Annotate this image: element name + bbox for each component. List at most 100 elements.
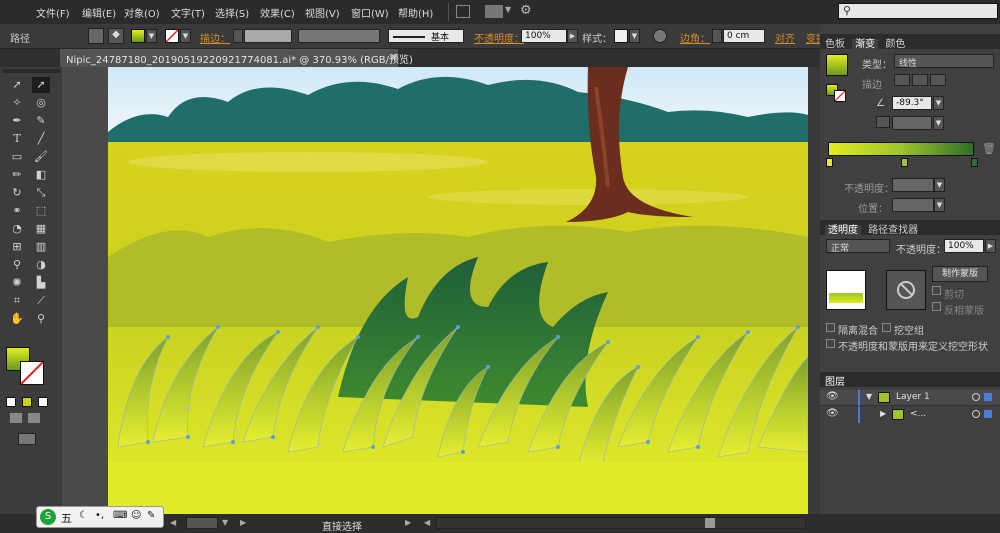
artboard-number-input[interactable] (186, 517, 218, 529)
menu-object[interactable]: 对象(O) (124, 5, 160, 20)
eye-icon[interactable]: 👁 (826, 391, 839, 402)
document-tab[interactable]: Nipic_24787180_20190519220921774081.ai* … (60, 49, 413, 67)
layers-panel-title[interactable]: 图层 (825, 377, 845, 388)
ime-toolbar[interactable]: S 五 ☾ •, ⌨ ☺ ✎ (36, 506, 164, 528)
settings-icon[interactable]: ✎ (147, 510, 155, 521)
selection-tool-icon[interactable]: ➚ (8, 77, 26, 93)
opacity-dropdown[interactable]: ▶ (567, 29, 578, 43)
draw-behind-icon[interactable] (28, 413, 40, 423)
stroke-within-icon[interactable] (894, 74, 910, 86)
ime-mode-label[interactable]: 五 (61, 510, 72, 526)
object-thumbnail[interactable] (826, 270, 866, 310)
lasso-icon[interactable]: ◎ (32, 95, 50, 111)
stroke-label[interactable]: 描边： (200, 30, 230, 45)
line-icon[interactable]: ╱ (32, 131, 50, 147)
tab-pathfinder[interactable]: 路径查找器 (868, 225, 918, 236)
opacity-mask-checkbox[interactable] (826, 339, 835, 351)
search-input[interactable]: ⚲ (838, 3, 998, 19)
style-dropdown[interactable]: ▼ (629, 29, 640, 43)
sublayer-name[interactable]: <... (910, 409, 926, 419)
hand-icon[interactable]: ✋ (8, 311, 26, 327)
eyedropper-icon[interactable]: ⚲ (8, 257, 26, 273)
gradient-mode-icon[interactable] (22, 397, 32, 407)
width-icon[interactable]: ⚭ (8, 203, 26, 219)
pen-icon[interactable]: ✒ (8, 113, 26, 129)
brush-icon[interactable]: 🖌 (32, 149, 50, 165)
fill-swatch[interactable] (131, 29, 145, 43)
user-icon[interactable]: ☺ (131, 510, 141, 521)
stroke-weight-input[interactable] (244, 29, 292, 43)
moon-icon[interactable]: ☾ (79, 510, 88, 521)
angle-dropdown[interactable]: ▼ (933, 96, 944, 110)
aspect-ratio-input[interactable] (892, 116, 932, 130)
target-icon[interactable] (972, 410, 980, 418)
tab-color[interactable]: 颜色 (885, 39, 905, 50)
keyboard-icon[interactable]: ⌨ (113, 510, 127, 521)
menu-edit[interactable]: 编辑(E) (82, 5, 116, 20)
layer-row[interactable]: 👁 ▼ Layer 1 (820, 390, 1000, 406)
pencil-icon[interactable]: ✏ (8, 167, 26, 183)
horizontal-scrollbar[interactable] (436, 517, 806, 529)
corner-input[interactable]: 0 cm (723, 29, 765, 43)
artboard-last-icon[interactable]: ▶ (240, 518, 246, 527)
zoom-icon[interactable]: ⚲ (32, 311, 50, 327)
variable-width-dropdown[interactable] (298, 29, 380, 43)
magic-wand-icon[interactable]: ✧ (8, 95, 26, 111)
tab-transparency[interactable]: 透明度 (825, 225, 861, 236)
scale-icon[interactable]: ⤡ (32, 185, 50, 201)
invert-mask-checkbox[interactable] (932, 302, 941, 314)
arrange-documents-icon[interactable] (485, 5, 503, 18)
bridge-icon[interactable] (456, 5, 470, 18)
color-mode-icon[interactable] (6, 397, 16, 407)
expand-icon[interactable]: ▶ (880, 409, 886, 418)
selection-indicator[interactable] (984, 393, 992, 401)
stroke-color-swatch[interactable] (20, 361, 44, 385)
menu-select[interactable]: 选择(S) (215, 5, 249, 20)
menu-view[interactable]: 视图(V) (305, 5, 340, 20)
layer-name[interactable]: Layer 1 (896, 392, 930, 402)
make-mask-button[interactable]: 制作蒙版 (932, 266, 988, 282)
align-link[interactable]: 对齐 (775, 30, 795, 45)
fill-dropdown[interactable]: ▼ (146, 29, 157, 43)
vertical-scrollbar[interactable] (808, 67, 820, 514)
tab-swatches[interactable]: 色板 (825, 39, 845, 50)
stop-location-input[interactable] (892, 198, 934, 212)
screen-mode-icon[interactable] (18, 433, 36, 445)
free-transform-icon[interactable]: ⬚ (32, 203, 50, 219)
eraser-icon[interactable]: ◧ (32, 167, 50, 183)
trash-icon[interactable]: 🗑 (982, 142, 996, 155)
stop-opacity-dropdown[interactable]: ▼ (934, 178, 945, 192)
isolate-blending-checkbox[interactable] (826, 323, 835, 335)
none-mode-icon[interactable] (38, 397, 48, 407)
opacity-label[interactable]: 不透明度： (474, 30, 524, 45)
graph-icon[interactable]: ▙ (32, 275, 50, 291)
status-arrow-icon[interactable]: ▶ (405, 518, 411, 527)
menu-type[interactable]: 文字(T) (171, 5, 205, 20)
knockout-group-checkbox[interactable] (882, 323, 891, 335)
corner-stepper[interactable] (712, 29, 722, 43)
transparency-opacity-dropdown[interactable]: ▶ (985, 239, 996, 253)
gradient-preview-swatch[interactable] (826, 54, 848, 76)
stroke-dropdown[interactable]: ▼ (180, 29, 191, 43)
gradient-slider[interactable] (828, 142, 974, 156)
menu-help[interactable]: 帮助(H) (398, 5, 433, 20)
style-swatch[interactable] (614, 29, 628, 43)
draw-mode-icon[interactable] (10, 413, 22, 423)
gradient-type-dropdown[interactable]: 线性 (894, 54, 994, 69)
angle-input[interactable]: -89.3° (892, 96, 932, 110)
punctuation-icon[interactable]: •, (95, 510, 104, 521)
blend-mode-dropdown[interactable]: 正常 (826, 239, 890, 254)
gradient-stop-mid[interactable] (901, 158, 908, 167)
tab-gradient[interactable]: 渐变 (852, 39, 879, 50)
artboard-icon[interactable]: ⌗ (8, 293, 26, 309)
gradient-stop-end[interactable] (971, 158, 978, 167)
eye-icon[interactable]: 👁 (826, 408, 839, 419)
gpu-performance-icon[interactable]: ⚙ (520, 3, 532, 18)
blend-icon[interactable]: ◑ (32, 257, 50, 273)
gradient-icon[interactable]: ▥ (32, 239, 50, 255)
menu-file[interactable]: 文件(F) (36, 5, 70, 20)
slice-icon[interactable]: ⟋ (32, 293, 50, 309)
rectangle-icon[interactable]: ▭ (8, 149, 26, 165)
gradient-stop-start[interactable] (826, 158, 833, 167)
artboard-next-icon[interactable]: ▼ (222, 518, 228, 527)
